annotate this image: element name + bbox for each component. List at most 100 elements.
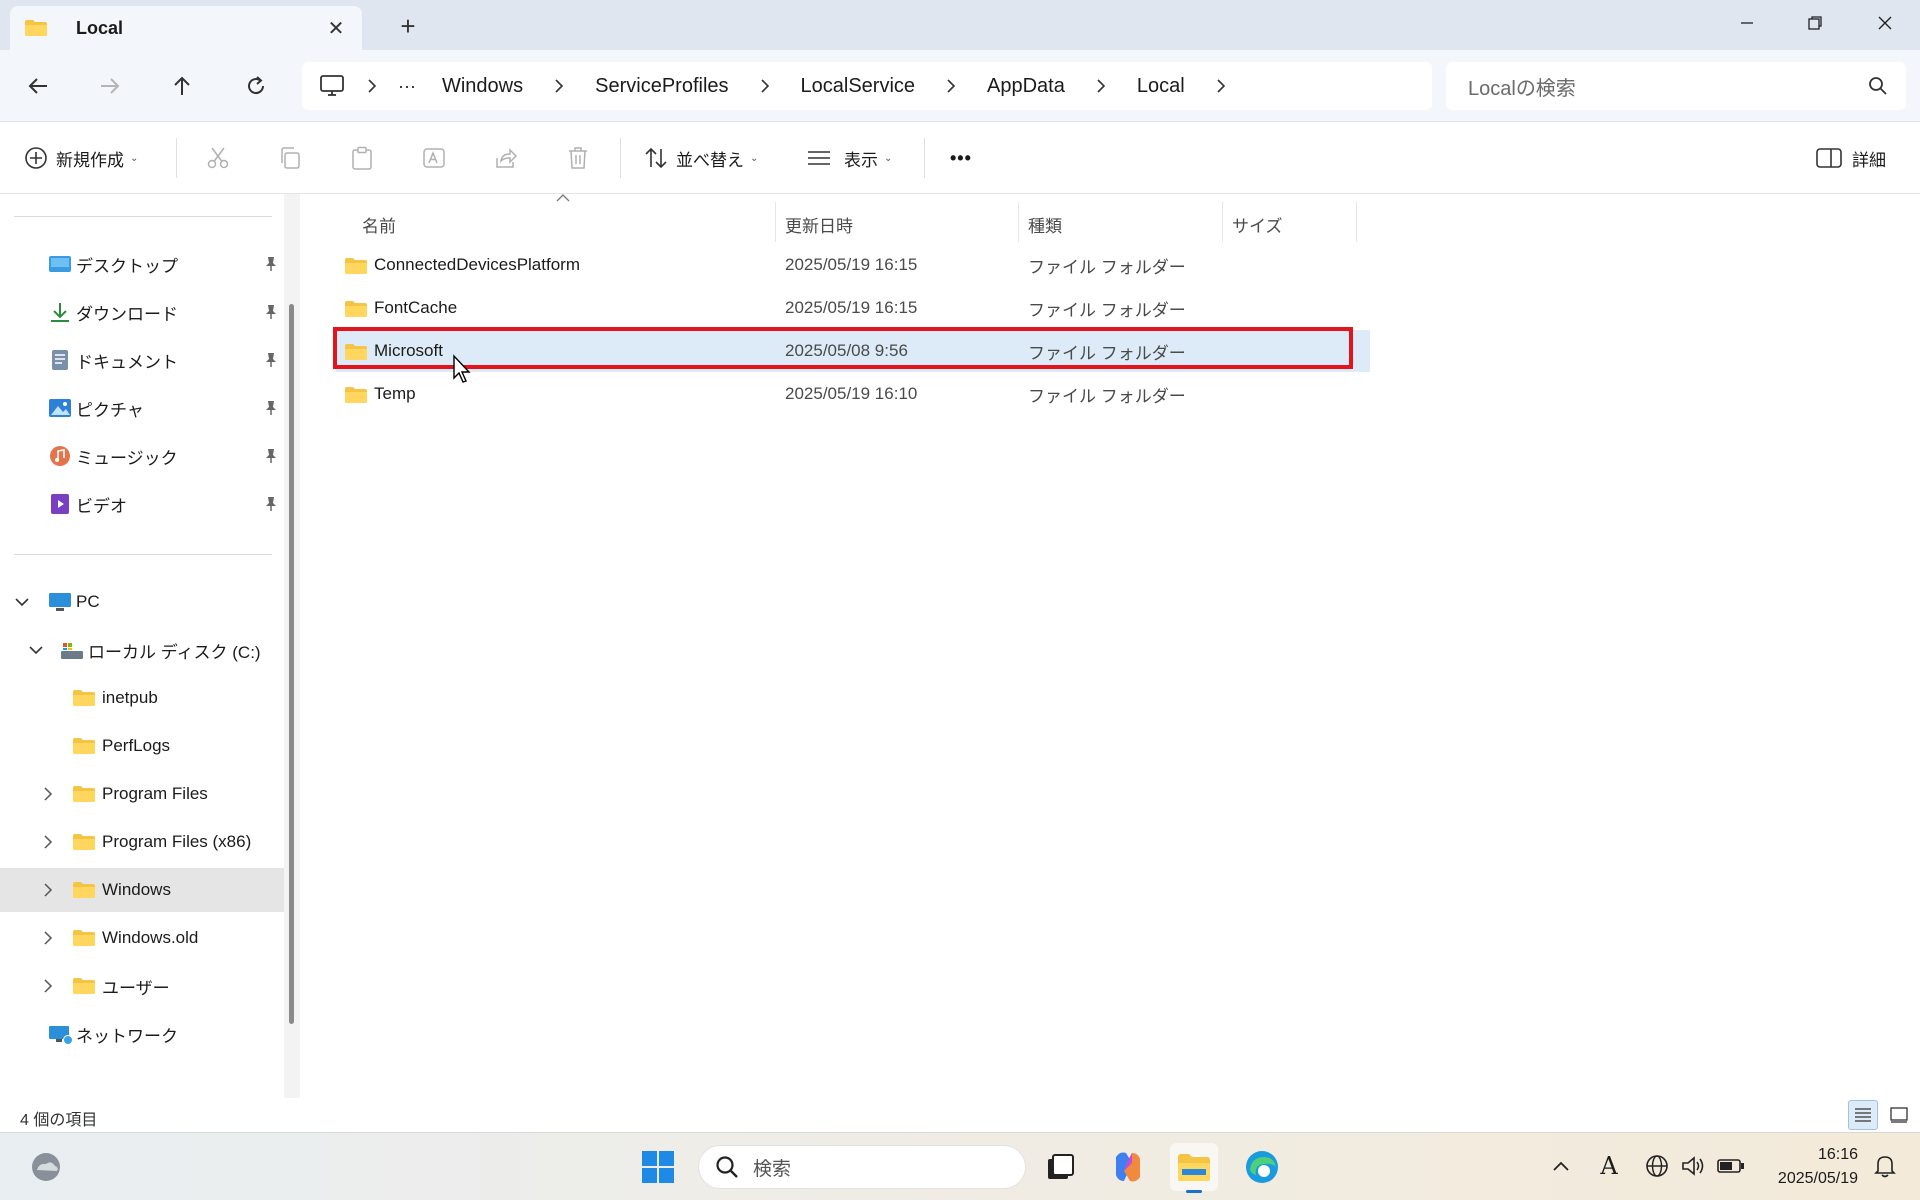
sidebar-item-program-files-x86[interactable]: Program Files (x86) <box>0 820 284 864</box>
file-date: 2025/05/19 16:15 <box>785 255 918 274</box>
search-input[interactable]: Localの検索 <box>1446 62 1906 110</box>
table-row[interactable]: Temp 2025/05/19 16:10 ファイル フォルダー <box>336 373 1370 415</box>
start-button[interactable] <box>634 1143 682 1191</box>
back-button[interactable] <box>18 68 58 104</box>
column-header-date[interactable]: 更新日時 <box>785 202 853 246</box>
chevron-right-icon[interactable] <box>40 834 56 850</box>
chevron-right-icon[interactable] <box>545 79 573 93</box>
sidebar-item-downloads[interactable]: ダウンロード <box>0 290 284 334</box>
show-hidden-icons-button[interactable] <box>1546 1151 1576 1181</box>
network-tray-button[interactable] <box>1642 1151 1672 1181</box>
column-header-name[interactable]: 名前 <box>362 202 396 246</box>
copilot-button[interactable] <box>1104 1143 1152 1191</box>
table-row[interactable]: ConnectedDevicesPlatform 2025/05/19 16:1… <box>336 244 1370 286</box>
column-header-type[interactable]: 種類 <box>1028 202 1062 246</box>
pin-icon[interactable] <box>264 256 278 272</box>
chevron-right-icon[interactable] <box>751 79 779 93</box>
widgets-button[interactable] <box>22 1143 70 1191</box>
sidebar-item-windows-old[interactable]: Windows.old <box>0 916 284 960</box>
view-button[interactable]: 表示 ⌄ <box>806 140 892 176</box>
refresh-button[interactable] <box>236 68 276 104</box>
column-divider[interactable] <box>1356 202 1357 242</box>
rename-button[interactable] <box>422 140 446 176</box>
pin-icon[interactable] <box>264 496 278 512</box>
scrollbar-thumb[interactable] <box>289 304 294 1024</box>
chevron-right-icon[interactable] <box>937 79 965 93</box>
minimize-button[interactable] <box>1722 6 1772 40</box>
more-options-button[interactable]: ••• <box>950 140 972 176</box>
chevron-right-icon[interactable] <box>40 786 56 802</box>
volume-tray-button[interactable] <box>1678 1151 1708 1181</box>
breadcrumb-windows[interactable]: Windows <box>442 75 523 98</box>
cut-button[interactable] <box>206 140 230 176</box>
table-row[interactable]: FontCache 2025/05/19 16:15 ファイル フォルダー <box>336 287 1370 329</box>
ime-indicator[interactable]: A <box>1594 1151 1624 1181</box>
chevron-down-icon[interactable] <box>28 642 44 658</box>
sidebar-item-pc[interactable]: PC <box>0 580 284 624</box>
share-button[interactable] <box>494 140 518 176</box>
tab-close-button[interactable]: ✕ <box>322 14 350 42</box>
sidebar-item-pictures[interactable]: ピクチャ <box>0 386 284 430</box>
column-header-size[interactable]: サイズ <box>1232 202 1283 246</box>
sidebar-scrollbar[interactable] <box>284 194 300 1098</box>
task-view-button[interactable] <box>1036 1143 1084 1191</box>
chevron-right-icon[interactable] <box>40 978 56 994</box>
close-window-button[interactable] <box>1860 6 1910 40</box>
sort-button[interactable]: 並べ替え ⌄ <box>644 140 758 176</box>
file-explorer-taskbar-button[interactable] <box>1170 1143 1218 1193</box>
sidebar-item-program-files[interactable]: Program Files <box>0 772 284 816</box>
details-view-button[interactable] <box>1848 1100 1878 1130</box>
sidebar-item-local-disk[interactable]: ローカル ディスク (C:) <box>0 628 284 672</box>
sidebar-item-music[interactable]: ミュージック <box>0 434 284 478</box>
search-icon[interactable] <box>1868 76 1888 96</box>
chevron-right-icon[interactable] <box>1207 79 1235 93</box>
edge-button[interactable] <box>1238 1143 1286 1191</box>
sidebar-item-label: デスクトップ <box>76 256 178 276</box>
folder-icon <box>73 690 95 706</box>
notifications-button[interactable] <box>1870 1151 1900 1181</box>
sidebar-item-windows[interactable]: Windows <box>0 868 284 912</box>
restore-button[interactable] <box>1790 6 1840 40</box>
breadcrumb-local[interactable]: Local <box>1137 75 1185 98</box>
sidebar-item-users[interactable]: ユーザー <box>0 964 284 1008</box>
new-button[interactable]: 新規作成 ⌄ <box>24 140 138 176</box>
breadcrumb-appdata[interactable]: AppData <box>987 75 1065 98</box>
chevron-right-icon[interactable] <box>1087 79 1115 93</box>
battery-tray-button[interactable] <box>1716 1151 1746 1181</box>
pin-icon[interactable] <box>264 448 278 464</box>
delete-button[interactable] <box>566 140 590 176</box>
up-button[interactable] <box>162 68 202 104</box>
tiles-view-button[interactable] <box>1884 1100 1914 1130</box>
column-divider[interactable] <box>1222 202 1223 242</box>
paste-button[interactable] <box>350 140 374 176</box>
column-divider[interactable] <box>1018 202 1019 242</box>
sidebar-item-inetpub[interactable]: inetpub <box>0 676 284 720</box>
sidebar-item-label: PerfLogs <box>102 736 171 755</box>
sidebar-item-perflogs[interactable]: PerfLogs <box>0 724 284 768</box>
restore-icon <box>1808 16 1822 30</box>
copy-button[interactable] <box>278 140 302 176</box>
column-divider[interactable] <box>775 202 776 242</box>
taskbar-search[interactable]: 検索 <box>698 1145 1026 1189</box>
breadcrumb-overflow[interactable]: ··· <box>398 76 416 97</box>
sidebar-item-videos[interactable]: ビデオ <box>0 482 284 526</box>
chevron-right-icon[interactable] <box>40 930 56 946</box>
system-clock[interactable]: 16:16 2025/05/19 <box>1778 1143 1858 1191</box>
address-bar[interactable]: ··· Windows ServiceProfiles LocalService… <box>302 62 1432 110</box>
pin-icon[interactable] <box>264 352 278 368</box>
chevron-down-icon[interactable] <box>14 594 30 610</box>
forward-button[interactable] <box>90 68 130 104</box>
file-type: ファイル フォルダー <box>1028 257 1186 277</box>
pin-icon[interactable] <box>264 304 278 320</box>
sidebar-item-documents[interactable]: ドキュメント <box>0 338 284 382</box>
chevron-right-icon[interactable] <box>40 882 56 898</box>
tab-local[interactable]: Local ✕ <box>10 6 362 50</box>
drive-icon <box>61 643 83 659</box>
pin-icon[interactable] <box>264 400 278 416</box>
breadcrumb-serviceprofiles[interactable]: ServiceProfiles <box>595 75 728 98</box>
sidebar-item-network[interactable]: ネットワーク <box>0 1012 284 1056</box>
details-pane-button[interactable]: 詳細 <box>1816 140 1886 176</box>
new-tab-button[interactable]: + <box>392 10 424 42</box>
sidebar-item-desktop[interactable]: デスクトップ <box>0 242 284 286</box>
breadcrumb-localservice[interactable]: LocalService <box>801 75 916 98</box>
